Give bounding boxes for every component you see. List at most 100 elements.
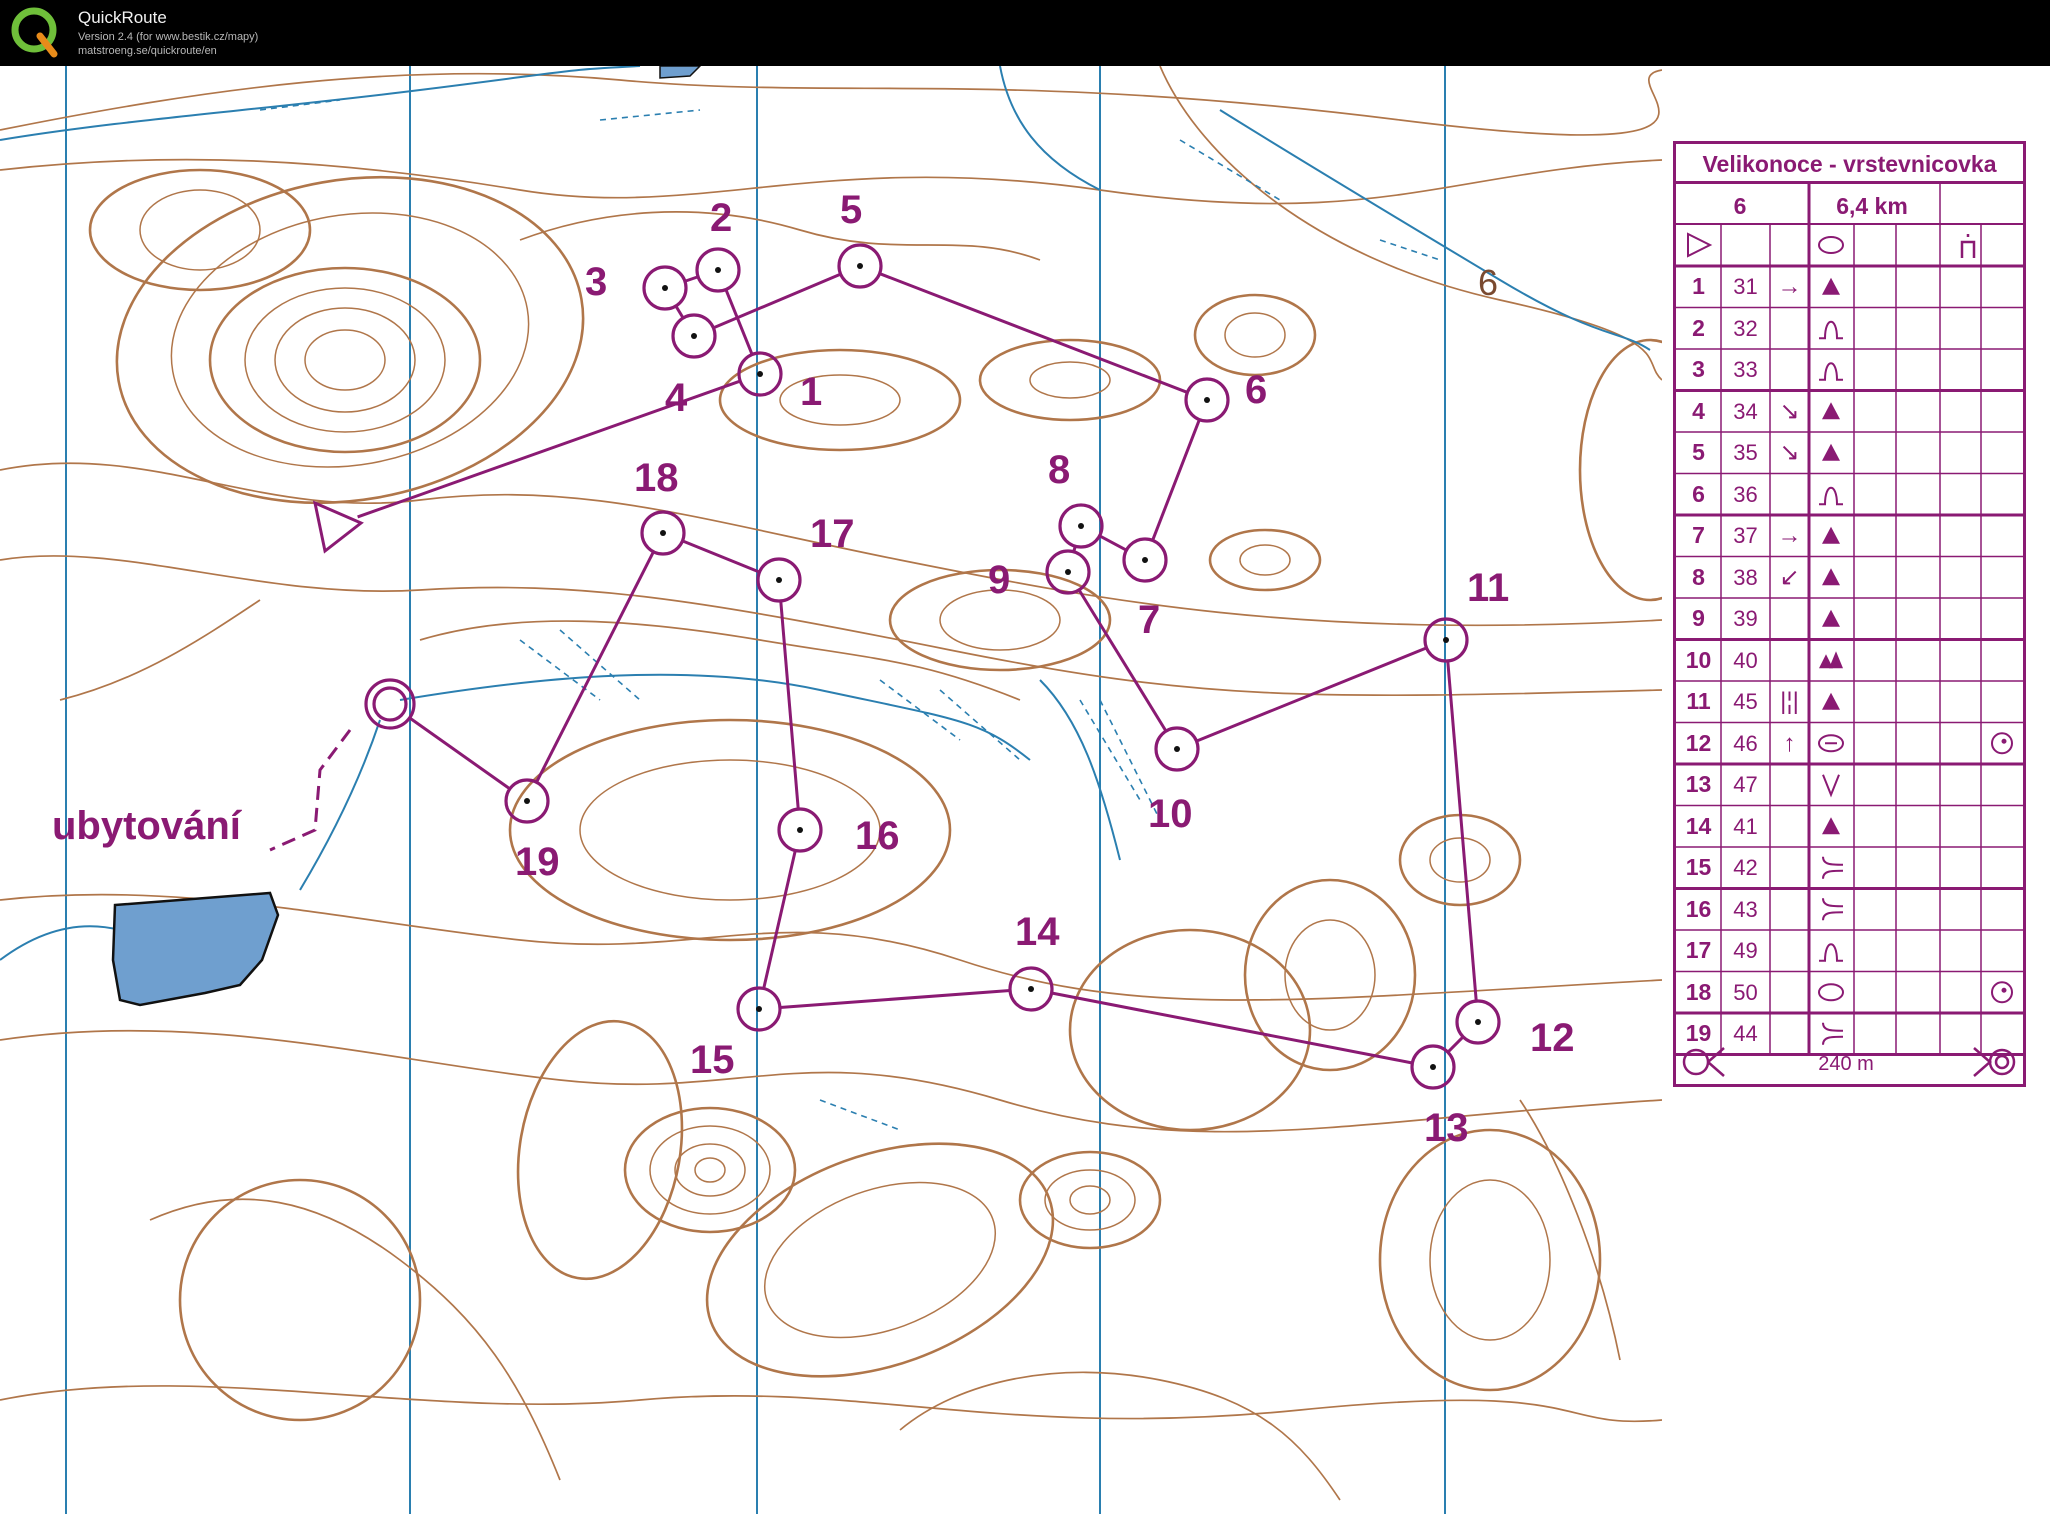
quickroute-logo-icon — [11, 7, 58, 58]
app-url: matstroeng.se/quickroute/en — [78, 45, 217, 57]
control-direction — [1770, 308, 1809, 350]
control-code: 43 — [1733, 896, 1758, 922]
control-feature-dot — [1204, 397, 1210, 403]
contour-line — [0, 69, 1662, 136]
marsh-line — [1179, 139, 1281, 201]
boulder-triangle-icon — [1822, 526, 1840, 544]
contour-line — [579, 759, 881, 901]
stream-line — [1219, 109, 1651, 351]
control-feature-dot — [1430, 1064, 1436, 1070]
oval-symbol-icon — [1818, 236, 1844, 254]
marsh-line — [879, 679, 961, 741]
course-length: 6,4 km — [1836, 193, 1908, 219]
boulder-triangle-icon — [1822, 817, 1840, 835]
course-leg — [712, 272, 842, 330]
control-feature-dot — [715, 267, 721, 273]
control-number-label: 2 — [710, 196, 733, 240]
control-row-number: 5 — [1692, 439, 1705, 465]
course-leg — [879, 272, 1188, 394]
contour-line — [705, 1142, 1055, 1378]
lake-area — [659, 66, 702, 79]
orienteering-map[interactable]: 1 2 3 4 5 6 7 8 9 10 11 12 13 14 15 16 17 18 19 ubytování … — [0, 66, 1662, 1514]
stream-line — [1039, 679, 1121, 861]
control-row-number: 3 — [1692, 356, 1705, 382]
contour-line — [304, 329, 386, 391]
control-direction — [1770, 972, 1809, 1014]
control-direction — [1770, 598, 1809, 640]
contour-line — [170, 212, 530, 468]
control-feature-dot — [1065, 569, 1071, 575]
control-code: 49 — [1733, 938, 1758, 963]
stream-line — [0, 925, 121, 961]
contour-line — [1224, 312, 1286, 358]
control-feature-dot — [757, 371, 763, 377]
control-number-label: 4 — [665, 376, 688, 420]
app-title-bar: QuickRoute Version 2.4 (for www.bestik.c… — [0, 0, 2050, 66]
contour-line — [1069, 1185, 1111, 1215]
control-feature-dot — [691, 333, 697, 339]
contour-line — [59, 599, 261, 701]
control-feature-dot — [1078, 523, 1084, 529]
dot-circle-icon — [2001, 738, 2007, 744]
contour-line — [978, 338, 1162, 422]
control-row-number: 17 — [1685, 937, 1712, 963]
control-row-number: 4 — [1692, 397, 1705, 424]
control-number-label: 14 — [1015, 910, 1060, 954]
control-code: 36 — [1733, 481, 1758, 507]
control-row-number: 9 — [1692, 605, 1705, 631]
course-leg — [535, 551, 655, 783]
control-number-label: 10 — [1148, 792, 1193, 836]
finish-inner-circle — [372, 686, 408, 722]
control-row-number: 16 — [1685, 895, 1712, 922]
contour-line — [519, 211, 1041, 261]
reentrant-icon — [1819, 943, 1843, 962]
marsh-line — [599, 109, 701, 121]
control-feature-dot — [756, 1006, 762, 1012]
control-feature-dot — [1443, 637, 1449, 643]
control-direction: → — [1777, 273, 1802, 300]
finish-right-icon — [1994, 1054, 2010, 1070]
control-direction: ↑ — [1783, 729, 1796, 757]
control-code: 38 — [1733, 564, 1758, 590]
contour-line — [115, 175, 585, 505]
course-leg — [684, 275, 699, 283]
control-direction — [1770, 806, 1809, 848]
lake-area — [111, 891, 280, 1007]
marsh-line — [819, 1099, 901, 1131]
contour-line — [0, 555, 1662, 697]
control-code: 34 — [1733, 398, 1758, 424]
contour-line — [1068, 928, 1312, 1132]
control-row-number: 11 — [1686, 688, 1711, 714]
control-code: 45 — [1733, 689, 1758, 714]
control-direction: |¦| — [1780, 688, 1799, 715]
contour-line — [516, 1019, 684, 1281]
control-direction — [1770, 349, 1809, 391]
control-feature-dot — [797, 827, 803, 833]
boulder-triangle-icon — [1822, 277, 1840, 295]
course-leg — [681, 539, 761, 574]
control-code: 39 — [1733, 606, 1758, 631]
control-row-number: 15 — [1685, 854, 1712, 880]
map-canvas[interactable] — [0, 66, 1662, 1514]
knoll-oval-icon — [1818, 983, 1844, 1002]
control-code: 47 — [1733, 772, 1758, 797]
course-leg — [674, 305, 685, 319]
contour-line — [149, 1198, 561, 1481]
start-triangle — [312, 500, 364, 554]
control-description-sheet: Velikonoce - vrstevnicovka 6 6,4 km 1 31 →… — [1673, 141, 2026, 1087]
finish-right-icon — [1973, 1047, 1992, 1077]
dot-circle-icon — [1991, 981, 2013, 1004]
control-code: 37 — [1733, 523, 1758, 548]
control-row-number: 12 — [1685, 729, 1712, 756]
control-direction — [1770, 847, 1809, 889]
control-feature-dot — [857, 263, 863, 269]
control-number-label: 13 — [1424, 1106, 1469, 1150]
control-row-number: 1 — [1692, 273, 1705, 299]
contour-line — [763, 1181, 997, 1339]
app-title: QuickRoute — [78, 8, 167, 27]
control-number-label: 8 — [1048, 448, 1071, 492]
control-row-number: 18 — [1685, 978, 1712, 1005]
stream-line — [299, 719, 381, 891]
control-code: 40 — [1733, 647, 1758, 673]
control-code: 31 — [1733, 274, 1758, 299]
